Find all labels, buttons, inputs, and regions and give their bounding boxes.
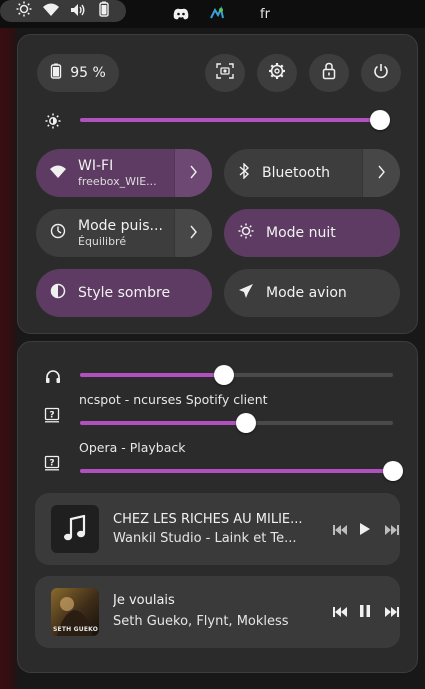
tile-airplane-mode-toggle[interactable]: Mode avion (224, 269, 400, 317)
album-cover-text: SETH GUEKO (53, 626, 98, 633)
previous-track-button[interactable] (329, 518, 351, 540)
pause-button[interactable] (354, 600, 376, 622)
slider-handle[interactable] (370, 110, 390, 130)
headphones-icon (43, 366, 63, 386)
bluetooth-icon (238, 162, 250, 183)
svg-text:?: ? (49, 411, 54, 421)
power-button[interactable] (361, 54, 401, 92)
app-indicator-icon[interactable] (208, 4, 226, 24)
power-icon (373, 63, 389, 83)
brightness-icon (16, 1, 32, 21)
tile-subtitle: freebox_WIE... (78, 175, 157, 188)
system-status-menu[interactable] (0, 0, 126, 22)
app-volume-slider[interactable] (80, 413, 393, 433)
tile-bluetooth-toggle[interactable]: Bluetooth (224, 149, 362, 197)
brightness-slider[interactable] (80, 110, 390, 130)
tile-dark-style-toggle[interactable]: Style sombre (36, 269, 212, 317)
previous-icon (333, 520, 347, 539)
lock-button[interactable] (309, 54, 349, 92)
battery-percentage: 95 % (70, 65, 106, 81)
svg-text:?: ? (49, 459, 54, 469)
app-stream-label: ncspot - ncurses Spotify client (79, 392, 268, 407)
keyboard-layout-indicator[interactable]: fr (256, 4, 274, 24)
play-icon (359, 520, 371, 539)
tile-bluetooth-menu-button[interactable] (362, 149, 400, 197)
tile-bluetooth[interactable]: Bluetooth (224, 149, 400, 197)
slider-fill (80, 421, 246, 425)
settings-button[interactable] (257, 54, 297, 92)
media-title: CHEZ LES RICHES AU MILIE... (113, 512, 303, 527)
tile-power-mode-menu-button[interactable] (174, 209, 212, 257)
chevron-right-icon (189, 164, 198, 183)
previous-track-button[interactable] (329, 600, 351, 622)
battery-button[interactable]: 95 % (37, 54, 119, 92)
tile-title: Mode avion (266, 285, 347, 301)
lock-icon (322, 62, 336, 84)
media-player-card[interactable]: SETH GUEKO Je voulais Seth Gueko, Flynt,… (35, 576, 400, 648)
previous-icon (333, 602, 347, 621)
dark-style-icon (50, 283, 66, 303)
tile-dark-style[interactable]: Style sombre (36, 269, 212, 317)
app-stream-label: Opera - Playback (79, 440, 186, 455)
quick-settings-panel: 95 % WI-FI freebox_WIE... Bluetooth Mode… (17, 34, 418, 334)
next-icon (385, 602, 399, 621)
battery-icon (97, 1, 111, 21)
media-artist: Seth Gueko, Flynt, Mokless (113, 614, 289, 629)
audio-media-panel: ncspot - ncurses Spotify client ? Opera … (17, 341, 418, 673)
media-title: Je voulais (113, 593, 175, 608)
tile-airplane-mode[interactable]: Mode avion (224, 269, 400, 317)
next-icon (385, 520, 399, 539)
tile-subtitle: Équilibré (78, 235, 127, 248)
night-light-icon (238, 223, 254, 243)
next-track-button[interactable] (381, 518, 403, 540)
tile-title: Mode puis... (78, 218, 163, 234)
battery-icon (50, 63, 62, 83)
tile-title: Mode nuit (266, 225, 336, 241)
music-note-icon (51, 505, 99, 553)
wifi-icon (42, 2, 59, 21)
tile-title: WI-FI (78, 158, 114, 174)
slider-handle[interactable] (236, 413, 256, 433)
brightness-icon (43, 111, 63, 131)
slider-handle[interactable] (383, 461, 403, 481)
discord-icon[interactable] (172, 4, 190, 24)
slider-handle[interactable] (214, 365, 234, 385)
screenshot-icon (216, 63, 234, 83)
tile-power-mode-toggle[interactable]: Mode puis... Équilibré (36, 209, 174, 257)
output-volume-slider[interactable] (80, 365, 393, 385)
slider-fill (80, 469, 393, 473)
tile-power-mode[interactable]: Mode puis... Équilibré (36, 209, 212, 257)
airplane-icon (238, 283, 254, 303)
tile-night-mode[interactable]: Mode nuit (224, 209, 400, 257)
pause-icon (360, 602, 370, 621)
slider-fill (80, 373, 224, 377)
chevron-right-icon (189, 224, 198, 243)
media-player-card[interactable]: CHEZ LES RICHES AU MILIE... Wankil Studi… (35, 493, 400, 565)
unknown-app-icon: ? (43, 406, 61, 424)
tile-wifi-menu-button[interactable] (174, 149, 212, 197)
settings-icon (268, 62, 286, 84)
app-volume-slider[interactable] (80, 461, 403, 481)
next-track-button[interactable] (381, 600, 403, 622)
tile-night-mode-toggle[interactable]: Mode nuit (224, 209, 400, 257)
slider-fill (80, 118, 380, 122)
wifi-icon (50, 164, 66, 183)
screenshot-button[interactable] (205, 54, 245, 92)
power-mode-icon (50, 223, 66, 243)
play-button[interactable] (354, 518, 376, 540)
top-bar: fr (0, 0, 425, 28)
unknown-app-icon: ? (43, 454, 61, 472)
chevron-right-icon (377, 164, 386, 183)
media-artist: Wankil Studio - Laink et Te... (113, 531, 297, 546)
tile-wifi[interactable]: WI-FI freebox_WIE... (36, 149, 212, 197)
tile-title: Bluetooth (262, 165, 330, 181)
tile-title: Style sombre (78, 285, 171, 301)
tile-wifi-toggle[interactable]: WI-FI freebox_WIE... (36, 149, 174, 197)
volume-icon (70, 2, 86, 21)
